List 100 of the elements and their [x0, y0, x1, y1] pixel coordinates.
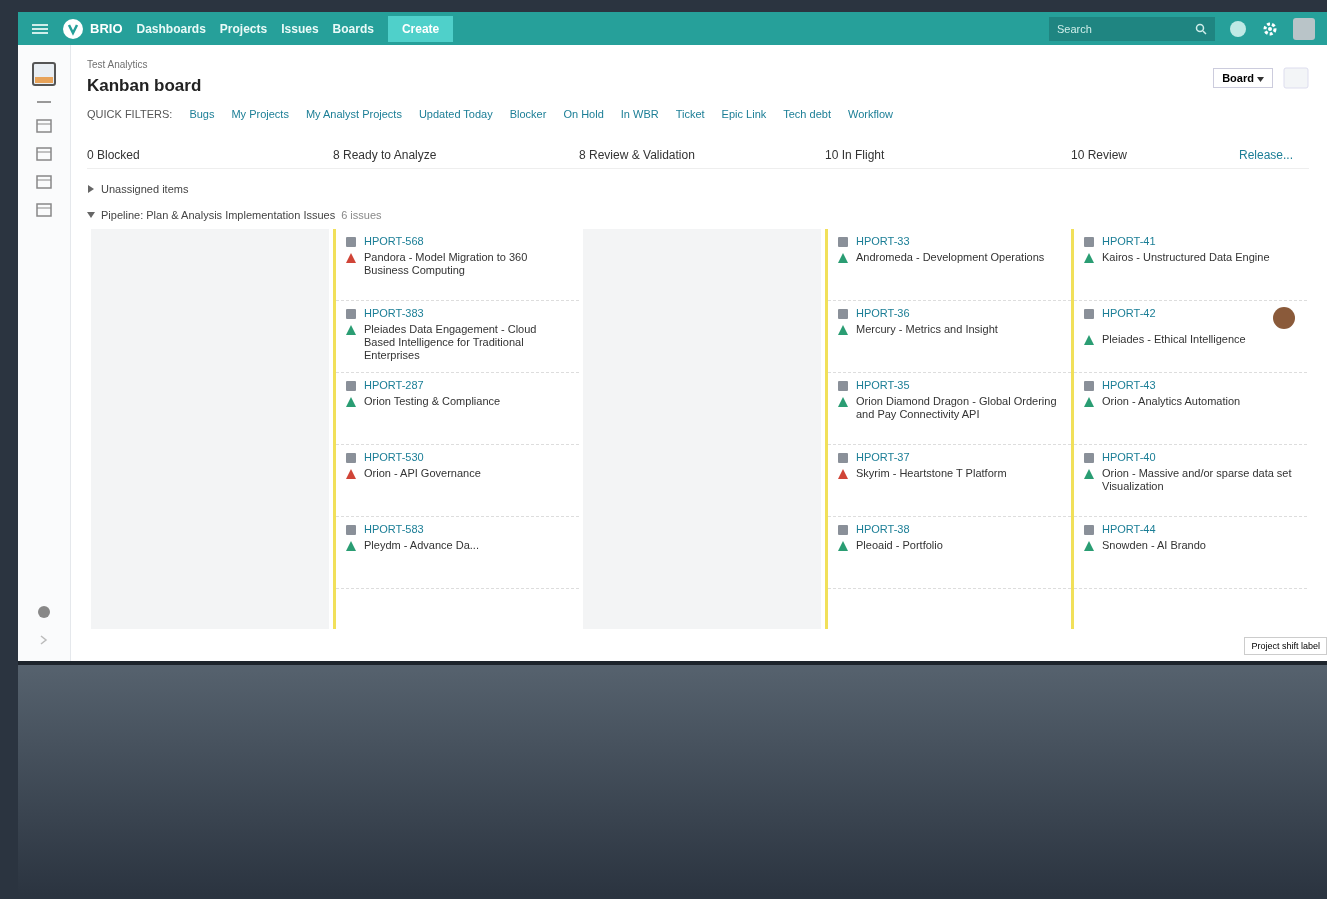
issue-key-link[interactable]: HPORT-36 [856, 307, 910, 319]
issue-type-icon [1084, 309, 1094, 319]
issue-key-link[interactable]: HPORT-33 [856, 235, 910, 247]
issue-summary: Orion - Massive and/or sparse data set Visualization [1102, 467, 1293, 493]
search-field[interactable]: Search [1049, 16, 1215, 41]
column-header: 10 In Flight [825, 148, 886, 162]
issue-key-link[interactable]: HPORT-41 [1102, 235, 1156, 247]
issue-type-icon [1084, 525, 1094, 535]
issue-summary: Orion Diamond Dragon - Global Ordering and Pay Connectivity API [856, 395, 1058, 421]
issue-card[interactable]: HPORT-40 Orion - Massive and/or sparse data set Visualization [1074, 445, 1307, 517]
issue-card[interactable]: HPORT-568 Pandora - Model Migration to 360 Business Computing [336, 229, 579, 301]
issue-card[interactable]: HPORT-583 Pleydm - Advance Da... [336, 517, 579, 589]
column-header: 10 Review [1071, 148, 1129, 162]
issue-key-link[interactable]: HPORT-43 [1102, 379, 1156, 391]
issue-card[interactable]: HPORT-530 Orion - API Governance [336, 445, 579, 517]
issue-summary: Pandora - Model Migration to 360 Business Computing [364, 251, 529, 277]
logo-icon[interactable] [62, 17, 84, 40]
tooltip: Project shift label [1244, 637, 1327, 655]
issue-key-link[interactable]: HPORT-42 [1102, 307, 1156, 319]
issue-type-icon [838, 453, 848, 463]
issue-card[interactable]: HPORT-35 Orion Diamond Dragon - Global Ordering and Pay Connectivity API [828, 373, 1071, 445]
column-header: 8 Ready to Analyze [333, 148, 438, 162]
issue-key-link[interactable]: HPORT-38 [856, 523, 910, 535]
issue-card[interactable]: HPORT-44 Snowden - AI Brando [1074, 517, 1307, 589]
caret-down-icon [87, 211, 95, 219]
breadcrumb[interactable]: Test Analytics [87, 59, 202, 70]
issue-summary: Orion Testing & Compliance [364, 395, 501, 408]
quick-filter[interactable]: On Hold [563, 108, 604, 120]
board-dropdown-button[interactable]: Board [1213, 67, 1273, 88]
collapse-icon[interactable] [37, 101, 51, 105]
issue-type-icon [1084, 381, 1094, 391]
issue-summary: Orion - Analytics Automation [1102, 395, 1241, 408]
quick-filter[interactable]: Ticket [675, 108, 705, 120]
issue-key-link[interactable]: HPORT-568 [364, 235, 424, 247]
quick-filter[interactable]: Bugs [189, 108, 215, 120]
board-title: Kanban board [87, 76, 202, 96]
quick-filter[interactable]: Updated Today [418, 108, 493, 120]
issue-summary: Pleiades Data Engagement - Cloud Based Intelligence for Traditional Enterprises [364, 323, 538, 362]
issue-key-link[interactable]: HPORT-40 [1102, 451, 1156, 463]
issue-type-icon [838, 381, 848, 391]
project-avatar-icon[interactable] [31, 61, 57, 87]
issue-card[interactable]: HPORT-42 Pleiades - Ethical Intelligence [1074, 301, 1307, 373]
issue-type-icon [838, 237, 848, 247]
issue-key-link[interactable]: HPORT-35 [856, 379, 910, 391]
menu-icon[interactable] [32, 22, 48, 35]
issue-card[interactable]: HPORT-287 Orion Testing & Compliance [336, 373, 579, 445]
issue-summary: Snowden - AI Brando [1102, 539, 1206, 552]
issue-card[interactable]: HPORT-37 Skyrim - Heartstone T Platform [828, 445, 1071, 517]
board-icon[interactable] [36, 203, 52, 217]
issue-summary: Orion - API Governance [364, 467, 481, 480]
issue-summary: Mercury - Metrics and Insight [856, 323, 998, 336]
quick-filter[interactable]: Blocker [509, 108, 547, 120]
caret-right-icon [87, 185, 95, 193]
issue-type-icon [838, 309, 848, 319]
column-header: 0 Blocked [87, 148, 141, 162]
issue-key-link[interactable]: HPORT-583 [364, 523, 424, 535]
caret-icon [1257, 76, 1264, 82]
issue-card[interactable]: HPORT-383 Pleiades Data Engagement - Cloud Based Intelligence for Traditional Enterprises [336, 301, 579, 373]
issue-summary: Kairos - Unstructured Data Engine [1102, 251, 1270, 264]
logo-text[interactable]: BRIO [90, 21, 123, 36]
issue-card[interactable]: HPORT-43 Orion - Analytics Automation [1074, 373, 1307, 445]
quick-filter[interactable]: Tech debt [783, 108, 831, 120]
issue-summary: Pleydm - Advance Da... [364, 539, 479, 552]
release-link[interactable]: Release... [1239, 148, 1311, 162]
issue-card[interactable]: HPORT-41 Kairos - Unstructured Data Engine [1074, 229, 1307, 301]
issue-summary: Pleiades - Ethical Intelligence [1102, 333, 1246, 346]
issue-key-link[interactable]: HPORT-287 [364, 379, 424, 391]
search-icon [1195, 22, 1207, 35]
quick-filter[interactable]: My Analyst Projects [305, 108, 402, 120]
quick-filter[interactable]: Workflow [847, 108, 893, 120]
nav-menu-item[interactable]: Issues [281, 21, 319, 36]
user-avatar[interactable] [1293, 17, 1315, 40]
issue-summary: Skyrim - Heartstone T Platform [856, 467, 1007, 480]
swimlane-header[interactable]: Unassigned items [87, 183, 1309, 195]
swimlane-header[interactable]: Pipeline: Plan & Analysis Implementation Issues 6 issues [87, 209, 1309, 221]
issue-type-icon [346, 237, 356, 247]
quick-filter[interactable]: My Projects [231, 108, 289, 120]
issue-summary: Pleoaid - Portfolio [856, 539, 943, 552]
issue-key-link[interactable]: HPORT-44 [1102, 523, 1156, 535]
issue-summary: Andromeda - Development Operations [856, 251, 1045, 264]
quick-filter[interactable]: In WBR [620, 108, 659, 120]
quick-filters-label: QUICK FILTERS: [87, 108, 173, 120]
swimlane-title: Unassigned items [101, 183, 189, 195]
nav-menu-item[interactable]: Boards [332, 21, 374, 36]
issue-type-icon [1084, 237, 1094, 247]
nav-menu-item[interactable]: Projects [219, 21, 268, 36]
issue-card[interactable]: HPORT-38 Pleoaid - Portfolio [828, 517, 1071, 589]
issue-key-link[interactable]: HPORT-383 [364, 307, 424, 319]
issue-card[interactable]: HPORT-36 Mercury - Metrics and Insight [828, 301, 1071, 373]
issue-key-link[interactable]: HPORT-530 [364, 451, 424, 463]
issue-type-icon [346, 309, 356, 319]
issue-card[interactable]: HPORT-33 Andromeda - Development Operations [828, 229, 1071, 301]
nav-menu-item[interactable]: Dashboards [136, 21, 206, 36]
issue-key-link[interactable]: HPORT-37 [856, 451, 910, 463]
issue-type-icon [346, 525, 356, 535]
swimlane-title: Pipeline: Plan & Analysis Implementation Issues [101, 209, 336, 221]
quick-filter[interactable]: Epic Link [721, 108, 767, 120]
board-icon[interactable] [36, 175, 52, 189]
board-icon[interactable] [36, 119, 52, 133]
board-icon[interactable] [36, 147, 52, 161]
